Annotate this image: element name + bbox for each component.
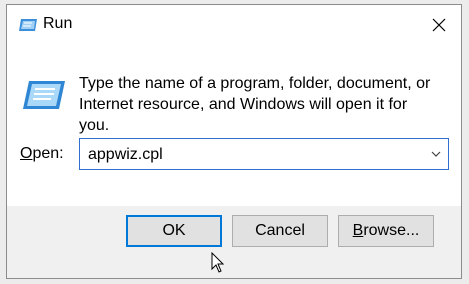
run-icon xyxy=(19,19,37,31)
open-input[interactable]: appwiz.cpl xyxy=(88,146,163,164)
ok-button[interactable]: OK xyxy=(126,215,222,247)
description-text: Type the name of a program, folder, docu… xyxy=(79,75,431,134)
browse-accelerator: B xyxy=(352,222,364,239)
window-title: Run xyxy=(43,15,73,32)
chevron-down-icon[interactable] xyxy=(430,148,442,160)
open-label: Open: xyxy=(20,145,64,163)
browse-button[interactable]: Browse... xyxy=(338,215,434,247)
run-large-icon xyxy=(23,81,65,109)
browse-label-rest: rowse... xyxy=(363,222,420,239)
title-bar: Run xyxy=(7,5,461,45)
close-icon[interactable] xyxy=(427,13,451,37)
mouse-cursor-icon xyxy=(211,252,225,273)
cancel-button[interactable]: Cancel xyxy=(232,215,328,247)
open-label-accelerator: O xyxy=(20,145,33,162)
open-combobox[interactable]: appwiz.cpl xyxy=(79,138,449,170)
open-label-rest: pen: xyxy=(32,145,64,162)
